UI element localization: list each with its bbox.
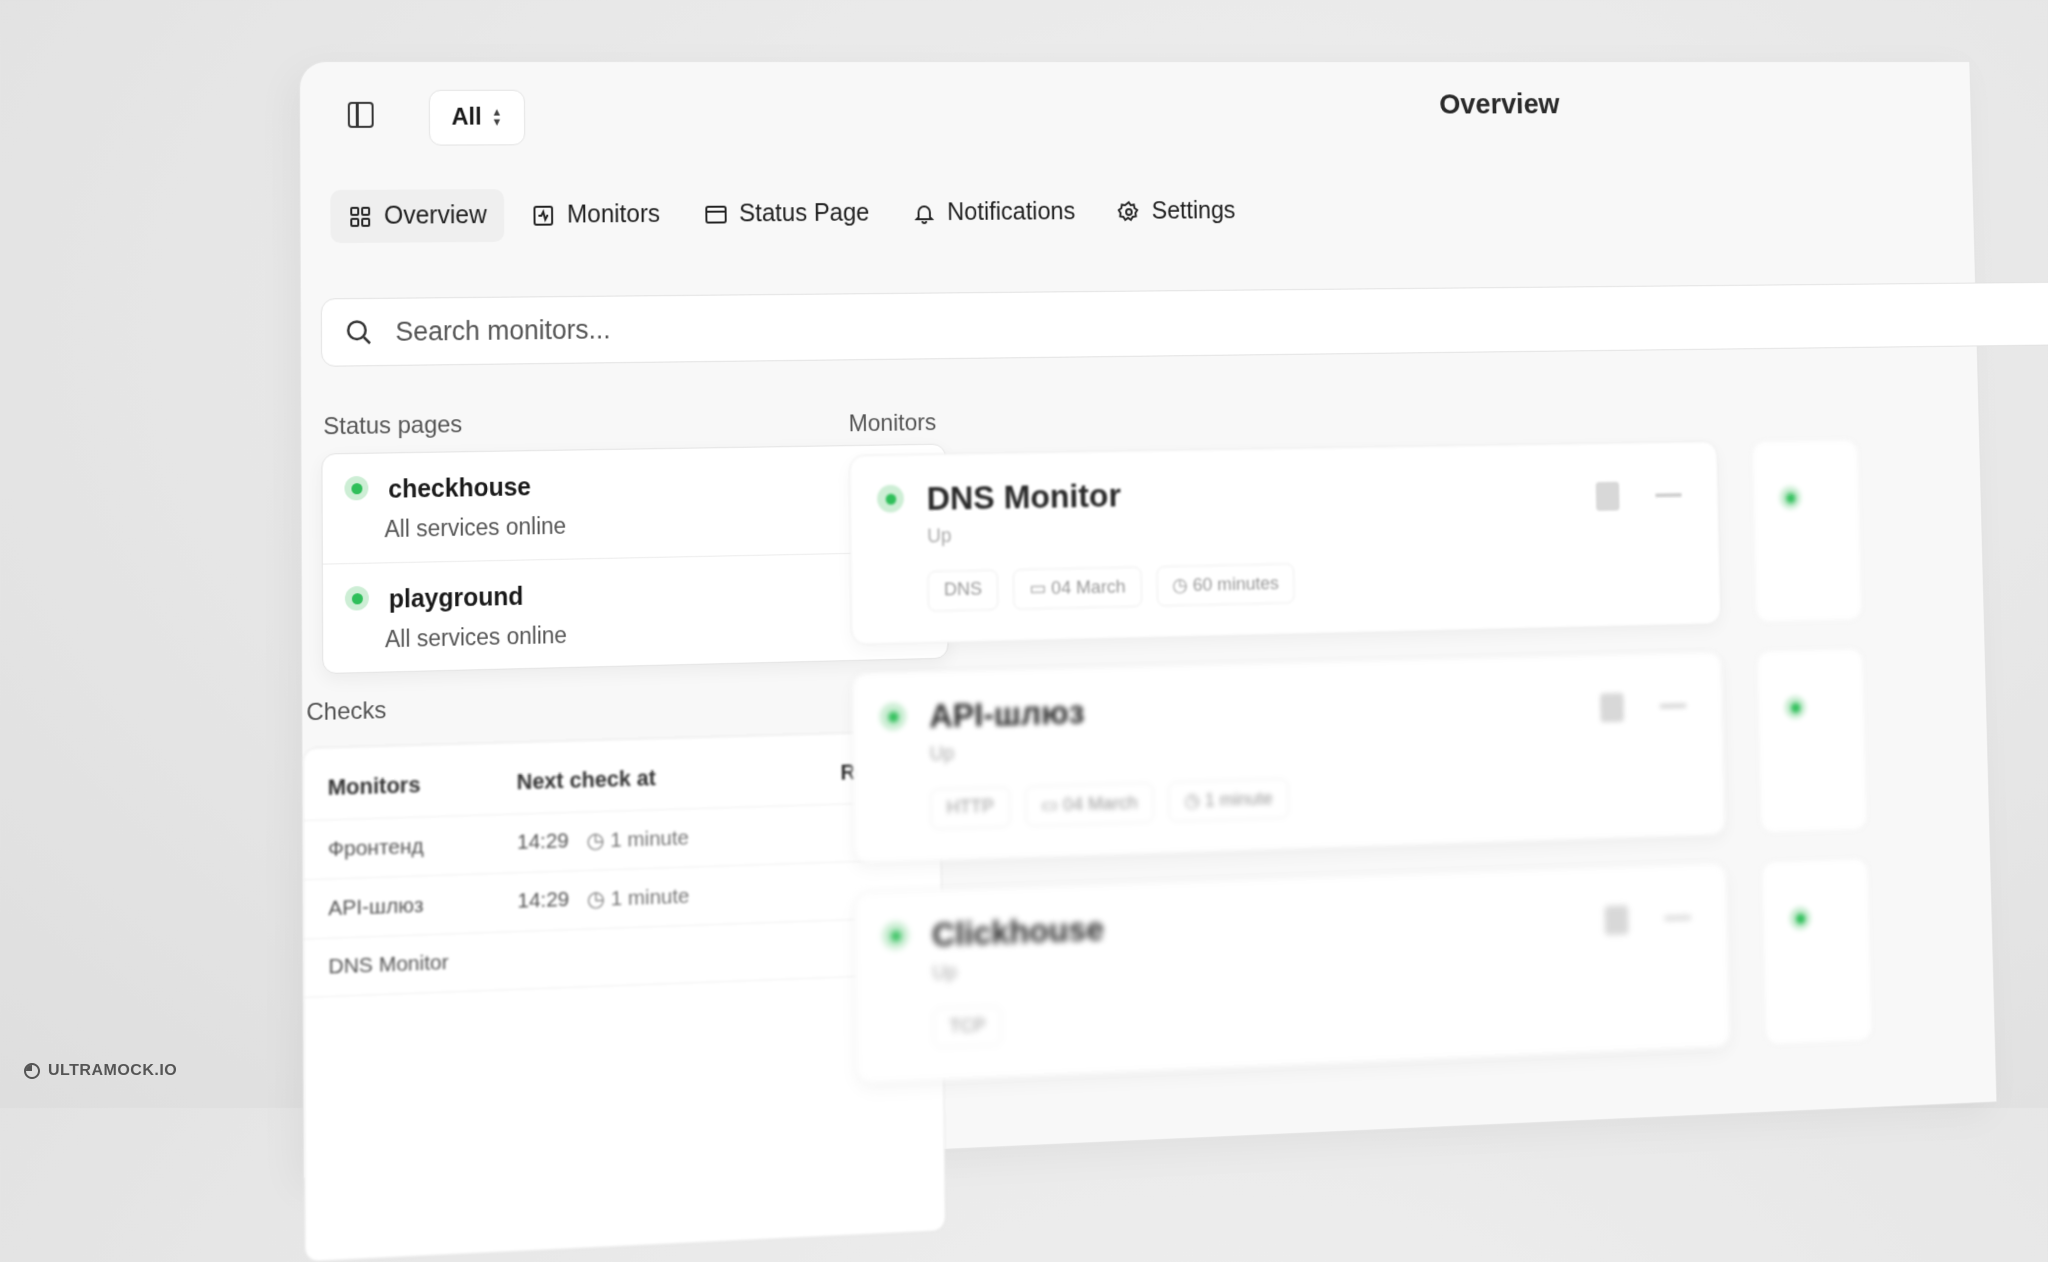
more-icon[interactable]	[1659, 703, 1687, 709]
tab-label: Status Page	[739, 198, 870, 228]
monitor-type-badge: DNS	[927, 569, 999, 612]
monitor-name: Clickhouse	[931, 910, 1105, 955]
monitor-meta: TCP	[932, 1005, 1002, 1049]
monitor-date: ▭ 04 March	[1012, 566, 1142, 610]
status-dot-icon	[1789, 906, 1812, 931]
tab-label: Notifications	[947, 197, 1076, 226]
status-pages-heading: Status pages	[323, 411, 463, 441]
monitor-date: ▭ 04 March	[1024, 782, 1154, 827]
monitor-actions	[1604, 903, 1692, 936]
monitor-name: DNS Monitor	[926, 476, 1122, 518]
grid-icon	[350, 206, 371, 227]
tab-label: Monitors	[566, 200, 661, 229]
checks-heading: Checks	[306, 696, 387, 727]
watermark-text: ULTRAMOCK.IO	[48, 1062, 178, 1079]
monitor-state: Up	[927, 525, 952, 548]
monitor-interval: ◷ 60 minutes	[1156, 563, 1295, 607]
more-icon[interactable]	[1655, 493, 1682, 498]
monitor-state: Up	[929, 742, 955, 766]
ultramock-logo-icon	[24, 1063, 40, 1079]
pause-icon[interactable]	[1600, 692, 1625, 723]
monitor-meta: DNS ▭ 04 March ◷ 60 minutes	[927, 563, 1295, 612]
check-time: 14:29	[516, 829, 569, 855]
status-dot-icon	[1784, 695, 1807, 720]
column-header: Monitors	[327, 771, 421, 801]
tab-settings[interactable]: Settings	[1101, 185, 1252, 237]
pause-icon[interactable]	[1595, 481, 1620, 511]
search-icon	[346, 319, 371, 344]
monitor-state: Up	[932, 961, 957, 985]
tab-monitors[interactable]: Monitors	[514, 188, 678, 242]
monitor-meta: HTTP ▭ 04 March ◷ 1 minute	[930, 778, 1289, 830]
topbar: All ▲ ▼ Overview	[300, 62, 1972, 172]
tab-status-page[interactable]: Status Page	[687, 187, 887, 240]
page-title: Overview	[1439, 88, 1560, 121]
status-dot-icon	[881, 921, 910, 951]
check-time: 14:29	[517, 887, 570, 913]
check-interval: ◷ 1 minute	[586, 884, 690, 912]
watermark: ULTRAMOCK.IO	[24, 1062, 177, 1080]
tab-label: Settings	[1151, 196, 1236, 225]
check-monitor-name: Фронтенд	[327, 834, 424, 861]
sidebar-toggle-icon[interactable]	[347, 101, 374, 128]
monitor-name: API-шлюз	[929, 693, 1085, 736]
monitors-heading: Monitors	[848, 409, 937, 438]
monitor-type-badge: HTTP	[930, 786, 1011, 830]
status-dot-icon	[344, 585, 369, 611]
tab-overview[interactable]: Overview	[330, 189, 505, 244]
monitor-card[interactable]: Clickhouse Up TCP	[853, 862, 1731, 1085]
tab-notifications[interactable]: Notifications	[896, 186, 1093, 239]
check-next-at: 14:29 ◷ 1 minute	[517, 823, 752, 856]
window-icon	[704, 202, 727, 226]
monitor-interval: ◷ 1 minute	[1168, 778, 1289, 823]
status-page-state: All services online	[384, 512, 567, 543]
monitor-card[interactable]: DNS Monitor Up DNS ▭ 04 March ◷ 60 minut…	[848, 440, 1722, 646]
monitor-card-partial[interactable]	[1760, 857, 1874, 1047]
monitor-type-badge: TCP	[932, 1005, 1002, 1049]
column-header: Next check at	[516, 765, 656, 795]
monitor-card-partial[interactable]	[1755, 647, 1869, 835]
search-bar[interactable]	[320, 281, 2048, 367]
scope-select[interactable]: All ▲ ▼	[428, 89, 525, 146]
pulse-icon	[532, 203, 556, 227]
pause-icon[interactable]	[1604, 905, 1629, 936]
check-monitor-name: API-шлюз	[328, 893, 424, 920]
status-page-state: All services online	[384, 621, 568, 653]
monitor-card-partial[interactable]	[1750, 438, 1863, 624]
monitor-actions	[1595, 481, 1683, 511]
nav-tabs: Overview Monitors Status Page Notificati…	[330, 185, 1252, 244]
check-next-at: 14:29 ◷ 1 minute	[517, 882, 752, 915]
status-page-name: playground	[388, 582, 524, 614]
check-monitor-name: DNS Monitor	[328, 950, 449, 979]
monitor-actions	[1600, 691, 1687, 723]
check-interval: ◷ 1 minute	[586, 826, 690, 853]
status-dot-icon	[1779, 486, 1802, 510]
gear-icon	[1118, 200, 1141, 223]
status-dot-icon	[877, 484, 905, 513]
status-dot-icon	[879, 702, 907, 731]
check-next-at	[518, 952, 753, 961]
app-window: All ▲ ▼ Overview Overview Monitors Status…	[300, 62, 2048, 1262]
status-page-name: checkhouse	[388, 473, 532, 504]
bell-icon	[913, 201, 936, 225]
checks-table: Monitors Next check at Results Фронтенд …	[302, 730, 947, 1262]
monitor-card[interactable]: API-шлюз Up HTTP ▭ 04 March ◷ 1 minute	[851, 650, 1727, 865]
scope-select-value: All	[451, 103, 482, 131]
tab-label: Overview	[383, 201, 487, 230]
status-dot-icon	[344, 475, 369, 501]
more-icon[interactable]	[1664, 915, 1692, 921]
search-input[interactable]	[393, 300, 1799, 349]
chevron-updown-icon: ▲ ▼	[491, 106, 503, 129]
